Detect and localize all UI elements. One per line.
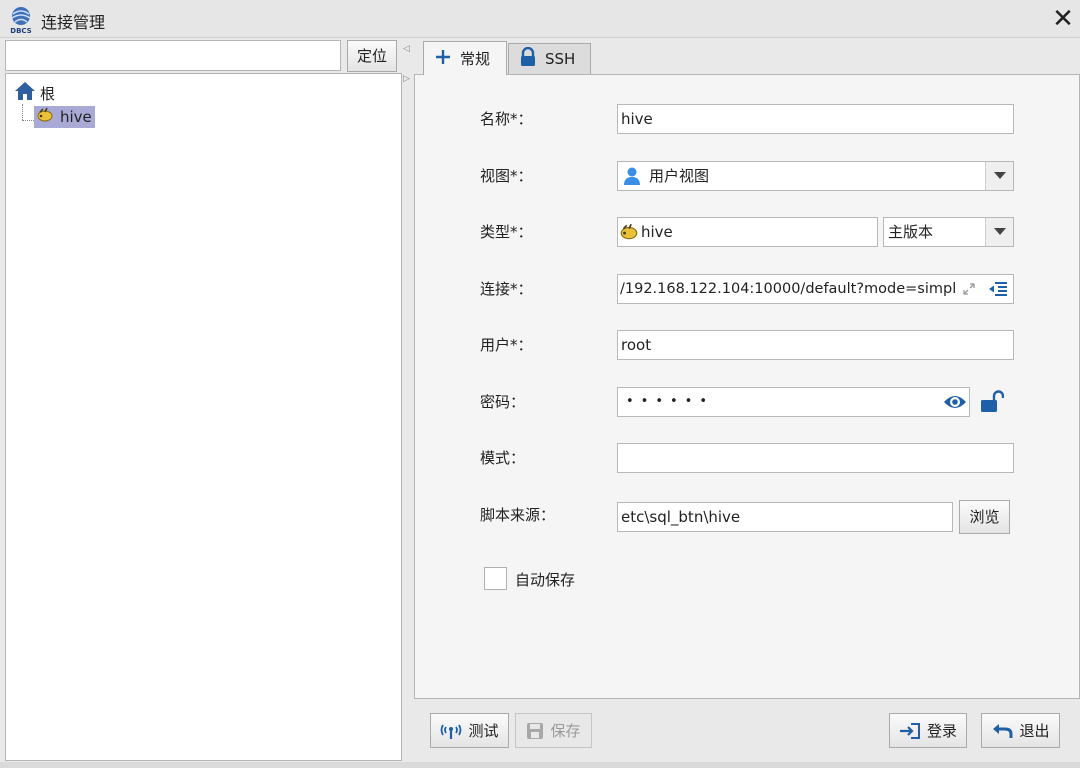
user-field[interactable]: root bbox=[617, 330, 1014, 360]
browse-button[interactable]: 浏览 bbox=[959, 500, 1010, 534]
antenna-icon bbox=[440, 722, 462, 740]
close-icon: ✕ bbox=[1052, 4, 1074, 34]
hive-icon bbox=[36, 106, 54, 128]
user-icon bbox=[623, 166, 641, 186]
save-button-label: 保存 bbox=[550, 722, 581, 740]
tab-general[interactable]: 常规 bbox=[423, 41, 507, 75]
tree-connector bbox=[22, 104, 23, 120]
plus-icon bbox=[434, 48, 452, 70]
name-label: 名称*： bbox=[480, 110, 533, 128]
outdent-icon[interactable] bbox=[983, 281, 1013, 297]
unlock-icon[interactable] bbox=[980, 390, 1005, 418]
exit-button[interactable]: 退出 bbox=[981, 713, 1060, 748]
exit-button-label: 退出 bbox=[1019, 722, 1050, 740]
autosave-checkbox[interactable] bbox=[484, 567, 507, 590]
undo-icon bbox=[991, 722, 1013, 740]
save-button[interactable]: 保存 bbox=[515, 713, 592, 748]
type-field[interactable]: hive bbox=[617, 217, 878, 247]
tab-label: 常规 bbox=[460, 50, 491, 68]
view-label: 视图*： bbox=[480, 167, 533, 185]
window-bottom-edge bbox=[0, 762, 1080, 768]
title-bar bbox=[0, 0, 1080, 38]
locate-button[interactable]: 定位 bbox=[347, 40, 397, 72]
view-select-value: 用户视图 bbox=[649, 167, 710, 185]
floppy-icon bbox=[526, 722, 544, 740]
schema-field[interactable] bbox=[617, 443, 1014, 473]
hive-icon bbox=[619, 222, 639, 242]
locate-input[interactable] bbox=[5, 40, 341, 71]
tab-label: SSH bbox=[545, 50, 576, 68]
password-value: •••••• bbox=[626, 394, 715, 409]
view-select[interactable]: 用户视图 bbox=[617, 161, 1014, 191]
app-logo: DBCS bbox=[6, 4, 36, 35]
type-value: hive bbox=[641, 223, 673, 241]
connection-field[interactable]: /192.168.122.104:10000/default?mode=simp… bbox=[617, 274, 1014, 304]
chevron-down-icon[interactable] bbox=[985, 162, 1013, 190]
script-source-field[interactable]: etc\sql_btn\hive bbox=[617, 502, 953, 532]
tree-node-label: hive bbox=[60, 108, 92, 126]
login-button[interactable]: 登录 bbox=[889, 713, 967, 748]
splitter-left-arrow-icon[interactable]: ◁ bbox=[403, 44, 410, 54]
chevron-down-icon[interactable] bbox=[985, 218, 1013, 246]
autosave-label: 自动保存 bbox=[515, 571, 576, 589]
version-select-value: 主版本 bbox=[888, 223, 934, 241]
tree-root-node[interactable]: 根 bbox=[14, 82, 55, 104]
window-title: 连接管理 bbox=[41, 13, 106, 32]
tab-ssh[interactable]: SSH bbox=[508, 43, 591, 74]
test-button-label: 测试 bbox=[468, 722, 499, 740]
general-form-panel: 名称*： hive 视图*： 用户视图 类型*： hive 主版本 连接*： /… bbox=[414, 74, 1080, 699]
svg-text:DBCS: DBCS bbox=[10, 27, 31, 34]
user-label: 用户*： bbox=[480, 336, 533, 354]
tree-node-hive[interactable]: hive bbox=[34, 106, 95, 128]
password-field[interactable]: •••••• bbox=[617, 387, 970, 417]
expand-icon[interactable] bbox=[955, 282, 983, 296]
tree-root-label: 根 bbox=[40, 84, 56, 103]
close-button[interactable]: ✕ bbox=[1048, 3, 1078, 35]
login-button-label: 登录 bbox=[926, 722, 957, 740]
login-icon bbox=[899, 722, 921, 740]
connection-value: /192.168.122.104:10000/default?mode=simp… bbox=[620, 281, 955, 297]
type-label: 类型*： bbox=[480, 223, 533, 241]
name-field[interactable]: hive bbox=[617, 104, 1014, 134]
lock-icon bbox=[519, 46, 537, 71]
test-button[interactable]: 测试 bbox=[430, 713, 509, 748]
schema-label: 模式： bbox=[480, 449, 526, 467]
home-icon bbox=[14, 81, 36, 105]
eye-icon[interactable] bbox=[941, 393, 969, 411]
password-label: 密码： bbox=[480, 393, 526, 411]
version-select[interactable]: 主版本 bbox=[883, 217, 1014, 247]
splitter-right-arrow-icon[interactable]: ▷ bbox=[403, 74, 410, 84]
bottom-toolbar: 测试 保存 登录 退出 bbox=[414, 700, 1080, 761]
connection-tree: 根 hive bbox=[5, 73, 402, 761]
script-source-label: 脚本来源： bbox=[480, 506, 556, 524]
connection-label: 连接*： bbox=[480, 280, 533, 298]
